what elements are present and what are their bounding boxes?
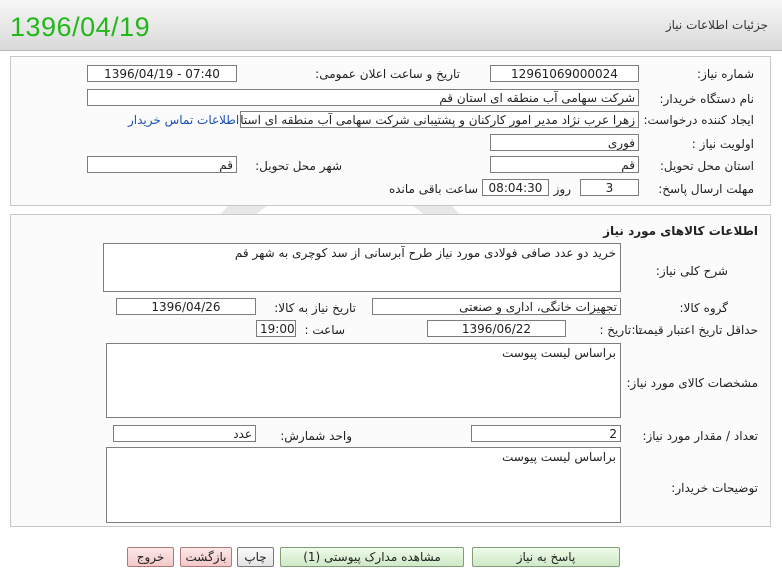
view-attachments-button[interactable]: مشاهده مدارک پیوستی (1): [280, 547, 464, 567]
deadline-time-field: 08:04:30: [482, 179, 549, 196]
reply-button[interactable]: پاسخ به نیاز: [472, 547, 620, 567]
buyer-contact-link[interactable]: اطلاعات تماس خریدار: [128, 113, 239, 127]
city-label: شهر محل تحویل:: [255, 159, 342, 173]
specs-field: براساس لیست پیوست: [106, 343, 621, 418]
deadline-label: مهلت ارسال پاسخ:: [658, 182, 754, 196]
province-field: قم: [490, 156, 639, 173]
city-field: قم: [87, 156, 237, 173]
unit-field: عدد: [113, 425, 256, 442]
page-title: جزئیات اطلاعات نیاز: [665, 18, 768, 32]
until-date-label: تا تاریخ :: [599, 323, 642, 337]
buyer-notes-label: توضیحات خریدار:: [671, 481, 758, 495]
announce-field: 1396/04/19 - 07:40: [87, 65, 237, 82]
buyer-notes-field: براساس لیست پیوست: [106, 447, 621, 523]
goods-section-title: اطلاعات کالاهای مورد نیاز: [603, 224, 758, 238]
time-label: ساعت :: [304, 323, 345, 337]
need-number-field: 1296106900002​4: [490, 65, 639, 82]
header-date: 1396/04/19: [10, 12, 151, 42]
goods-group-label: گروه کالا:: [679, 301, 729, 315]
need-date-field: 1396/04/26: [116, 298, 256, 315]
priority-field: فوری: [490, 134, 639, 151]
specs-label: مشخصات کالای مورد نیاز:: [626, 376, 758, 390]
buyer-field: شرکت سهامی آب منطقه ای استان قم: [87, 89, 639, 106]
description-field: خرید دو عدد صافی فولادی مورد نیاز طرح آب…: [103, 243, 621, 292]
deadline-days-field: 3: [580, 179, 639, 196]
goods-group-field: تجهیزات خانگی، اداری و صنعتی: [372, 298, 621, 315]
quantity-label: تعداد / مقدار مورد نیاز:: [642, 429, 758, 443]
creator-field: زهرا عرب نژاد مدیر امور کارکنان و پشتیبا…: [240, 111, 639, 128]
validity-label: حداقل تاریخ اعتبار قیمت:: [631, 323, 758, 337]
need-number-label: شماره نیاز:: [697, 67, 754, 81]
time-field: 19:00: [256, 320, 296, 337]
province-label: استان محل تحویل:: [659, 159, 754, 173]
print-button[interactable]: چاپ: [237, 547, 274, 567]
creator-label: ایجاد کننده درخواست:: [643, 113, 754, 127]
announce-label: تاریخ و ساعت اعلان عمومی:: [315, 67, 460, 81]
buyer-label: نام دستگاه خریدار:: [659, 92, 755, 106]
quantity-field: 2: [471, 425, 621, 442]
until-date-field: 1396/06/22: [427, 320, 566, 337]
exit-button[interactable]: خروج: [127, 547, 174, 567]
back-button[interactable]: بازگشت: [180, 547, 232, 567]
need-date-label: تاریخ نیاز به کالا:: [274, 301, 356, 315]
description-label: شرح کلی نیاز:: [655, 264, 728, 278]
remaining-label: ساعت باقی مانده: [388, 182, 478, 196]
priority-label: اولویت نیاز :: [691, 137, 754, 151]
unit-label: واحد شمارش:: [280, 429, 352, 443]
